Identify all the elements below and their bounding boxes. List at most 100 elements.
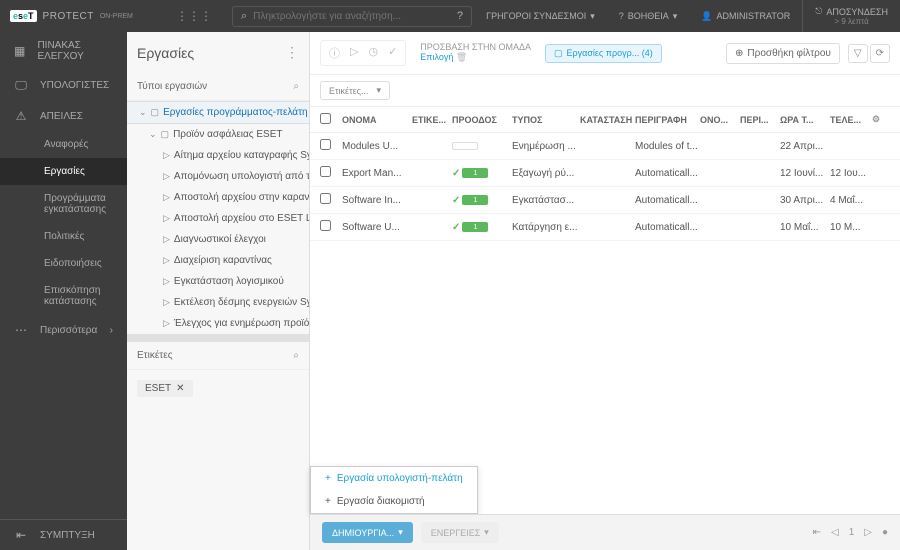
- play-icon[interactable]: ▷: [350, 45, 358, 61]
- col-progress[interactable]: ΠΡΟΟΔΟΣ: [452, 115, 512, 125]
- main-sidebar: ▦ΠΙΝΑΚΑΣ ΕΛΕΓΧΟΥ 🖵ΥΠΟΛΟΓΙΣΤΕΣ ⚠ΑΠΕΙΛΕΣ Α…: [0, 32, 127, 550]
- table-header: ΟΝΟΜΑ ΕΤΙΚΕ... ΠΡΟΟΔΟΣ ΤΥΠΟΣ ΚΑΤΑΣΤΑΣΗ Π…: [310, 107, 900, 133]
- dashboard-icon: ▦: [14, 44, 25, 58]
- menu-server-task[interactable]: +Εργασία διακομιστή: [311, 490, 477, 513]
- nav-reports[interactable]: Αναφορές: [0, 131, 127, 158]
- first-page-icon[interactable]: ⇤: [813, 527, 821, 538]
- scrollbar-track[interactable]: [127, 334, 309, 342]
- chevron-down-icon: ⌄: [139, 107, 147, 118]
- settings-icon[interactable]: ●: [882, 527, 888, 538]
- cell-name: Export Man...: [342, 168, 412, 179]
- table-row[interactable]: Modules U...Ενημέρωση ...Modules of t...…: [310, 133, 900, 160]
- table-row[interactable]: Software U...✓1Κατάργηση ε...Automatical…: [310, 214, 900, 241]
- apps-grid-icon[interactable]: ⋮⋮⋮: [166, 9, 222, 23]
- actions-button[interactable]: ΕΝΕΡΓΕΙΕΣ▾: [421, 522, 499, 543]
- global-search[interactable]: ⌕ ?: [232, 6, 472, 27]
- tag-select[interactable]: Ετικέτες...▾: [320, 81, 390, 100]
- help-link[interactable]: ?ΒΟΗΘΕΙΑ▾: [607, 0, 690, 32]
- cell-date2: 4 Μαΐ...: [830, 195, 872, 206]
- nav-notifications[interactable]: Ειδοποιήσεις: [0, 250, 127, 277]
- close-icon[interactable]: ✕: [176, 383, 184, 394]
- select-all-checkbox[interactable]: [320, 113, 331, 124]
- row-checkbox[interactable]: [320, 193, 331, 204]
- next-page-icon[interactable]: ▷: [864, 527, 872, 538]
- access-group[interactable]: ΠΡΟΣΒΑΣΗ ΣΤΗΝ ΟΜΑΔΑ Επιλογή 🗑: [414, 41, 537, 65]
- filter-chip[interactable]: ▢Εργασίες προγρ... (4): [545, 44, 662, 63]
- nav-policies[interactable]: Πολιτικές: [0, 223, 127, 250]
- menu-client-task[interactable]: +Εργασία υπολογιστή-πελάτη: [311, 467, 477, 490]
- warning-icon: ⚠: [14, 109, 28, 123]
- col-type[interactable]: ΤΥΠΟΣ: [512, 115, 580, 125]
- logout-icon: ⎋: [815, 6, 822, 17]
- plus-icon: +: [325, 496, 331, 507]
- tree-eset[interactable]: ⌄▢Προϊόν ασφάλειας ESET: [127, 124, 309, 145]
- progress-empty: [452, 142, 478, 150]
- search-input[interactable]: [253, 11, 451, 22]
- col-desc[interactable]: ΠΕΡΙΓΡΑΦΗ: [635, 115, 700, 125]
- clock-icon[interactable]: ◷: [368, 45, 378, 61]
- check-icon[interactable]: ✓: [388, 45, 397, 61]
- types-section-header: Τύποι εργασιών ⌕: [127, 73, 309, 101]
- tree-item[interactable]: ▷Εγκατάσταση λογισμικού: [127, 271, 309, 292]
- progress-bar: 1: [462, 195, 488, 205]
- col-ono[interactable]: ΟΝΟ...: [700, 115, 740, 125]
- nav-collapse[interactable]: ⇤ΣΥΜΠΤΥΞΗ: [0, 519, 127, 550]
- logout-link[interactable]: ⎋ΑΠΟΣΥΝΔΕΣΗ > 9 λεπτά: [802, 0, 900, 32]
- panel-header: Εργασίες ⋮: [127, 32, 309, 73]
- table-row[interactable]: Export Man...✓1Εξαγωγή ρύ...Automaticall…: [310, 160, 900, 187]
- nav-dashboard[interactable]: ▦ΠΙΝΑΚΑΣ ΕΛΕΓΧΟΥ: [0, 32, 127, 70]
- check-icon: ✓: [452, 168, 460, 179]
- col-name[interactable]: ΟΝΟΜΑ: [342, 115, 412, 125]
- admin-link[interactable]: 👤ADMINISTRATOR: [689, 0, 802, 32]
- cell-progress: ✓1: [452, 222, 512, 233]
- panel-menu-icon[interactable]: ⋮: [285, 44, 299, 61]
- tree-item[interactable]: ▷Έλεγχος για ενημέρωση προϊόντος: [127, 313, 309, 334]
- col-status[interactable]: ΚΑΤΑΣΤΑΣΗ: [580, 115, 635, 125]
- help-icon[interactable]: ?: [457, 10, 463, 22]
- row-checkbox[interactable]: [320, 166, 331, 177]
- tree-item[interactable]: ▷Διαγνωστικοί έλεγχοι: [127, 229, 309, 250]
- question-icon: ?: [619, 11, 624, 21]
- row-checkbox[interactable]: [320, 139, 331, 150]
- table-row[interactable]: Software In...✓1Εγκατάστασ...Automatical…: [310, 187, 900, 214]
- play-icon: ▷: [163, 150, 170, 161]
- nav-installers[interactable]: Προγράμματα εγκατάστασης: [0, 185, 127, 223]
- tree-item[interactable]: ▷Αίτημα αρχείου καταγραφής SysIns...: [127, 145, 309, 166]
- search-icon[interactable]: ⌕: [293, 350, 299, 361]
- tree-item[interactable]: ▷Αποστολή αρχείου στην καραντίνα: [127, 187, 309, 208]
- refresh-icon[interactable]: ⟳: [870, 44, 890, 63]
- tree-root[interactable]: ⌄▢Εργασίες προγράμματος-πελάτη: [127, 101, 309, 124]
- nav-status[interactable]: Επισκόπηση κατάστασης: [0, 277, 127, 315]
- create-menu-popup: +Εργασία υπολογιστή-πελάτη +Εργασία διακ…: [310, 466, 478, 514]
- chevron-down-icon: ▾: [673, 11, 678, 22]
- task-types-panel: Εργασίες ⋮ Τύποι εργασιών ⌕ ⌄▢Εργασίες π…: [127, 32, 310, 550]
- plus-icon: +: [325, 473, 331, 484]
- nav-more[interactable]: ⋯Περισσότερα›: [0, 315, 127, 345]
- info-icon[interactable]: ⓘ: [329, 45, 340, 61]
- quick-links[interactable]: ΓΡΗΓΟΡΟΙ ΣΥΝΔΕΣΜΟΙ▾: [474, 0, 607, 32]
- play-icon: ▷: [163, 318, 170, 329]
- tree-item[interactable]: ▷Απομόνωση υπολογιστή από το δ...: [127, 166, 309, 187]
- nav-threats[interactable]: ⚠ΑΠΕΙΛΕΣ: [0, 101, 127, 131]
- nav-computers[interactable]: 🖵ΥΠΟΛΟΓΙΣΤΕΣ: [0, 70, 127, 101]
- create-button[interactable]: ΔΗΜΙΟΥΡΓΙΑ...▾: [322, 522, 413, 543]
- nav-tasks[interactable]: Εργασίες: [0, 158, 127, 185]
- chevron-down-icon: ▾: [484, 527, 489, 538]
- tree-item[interactable]: ▷Εκτέλεση δέσμης ενεργειών SysIns...: [127, 292, 309, 313]
- col-date2[interactable]: ΤΕΛΕ...: [830, 115, 872, 125]
- row-checkbox[interactable]: [320, 220, 331, 231]
- col-peri[interactable]: ΠΕΡΙ...: [740, 115, 780, 125]
- funnel-icon[interactable]: ▽: [848, 44, 868, 63]
- trash-icon[interactable]: 🗑: [456, 52, 467, 62]
- tree-item[interactable]: ▷Αποστολή αρχείου στο ESET LiveG...: [127, 208, 309, 229]
- col-tags[interactable]: ΕΤΙΚΕ...: [412, 115, 452, 125]
- tree-item[interactable]: ▷Διαχείριση καραντίνας: [127, 250, 309, 271]
- cell-date2: 10 Μ...: [830, 222, 872, 233]
- tag-chip[interactable]: ESET✕: [137, 380, 193, 397]
- gear-icon[interactable]: ⚙: [872, 114, 890, 125]
- prev-page-icon[interactable]: ◁: [831, 527, 839, 538]
- search-icon[interactable]: ⌕: [293, 81, 299, 92]
- chevron-right-icon: ›: [110, 325, 113, 336]
- add-filter-button[interactable]: ⊕Προσθήκη φίλτρου: [726, 43, 840, 64]
- col-date1[interactable]: ΩΡΑ Τ...: [780, 115, 830, 125]
